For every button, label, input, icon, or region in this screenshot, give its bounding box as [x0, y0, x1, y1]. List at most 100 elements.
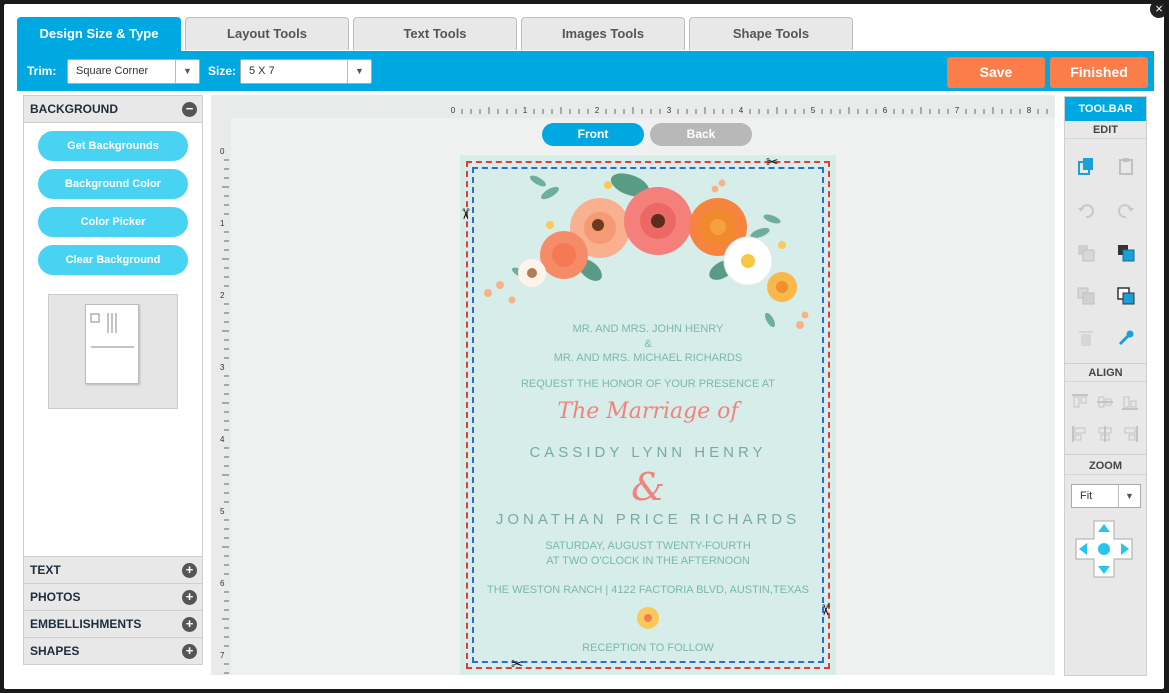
venue-line[interactable]: THE WESTON RANCH | 4122 FACTORIA BLVD, A… [460, 584, 836, 596]
paste-icon[interactable] [1117, 157, 1135, 175]
front-button[interactable]: Front [542, 123, 644, 146]
date-line[interactable]: SATURDAY, AUGUST TWENTY-FOURTH [460, 540, 836, 552]
background-section-title: BACKGROUND [30, 102, 118, 116]
ruler-left: 0 1 2 3 4 5 6 7 [220, 147, 229, 674]
align-top-icon[interactable] [1071, 393, 1089, 411]
send-backward-icon[interactable] [1077, 244, 1095, 262]
close-icon[interactable]: × [1148, 4, 1164, 20]
photos-section-title: PHOTOS [30, 590, 81, 604]
ruler-left-label: 5 [220, 507, 225, 516]
shapes-section-title: SHAPES [30, 644, 80, 658]
finished-button[interactable]: Finished [1050, 57, 1148, 88]
size-label: Size: [208, 64, 237, 78]
color-picker-button[interactable]: Color Picker [38, 207, 188, 237]
ruler-left-label: 7 [220, 651, 225, 660]
align-section-title: ALIGN [1065, 364, 1146, 382]
ruler-top: 0 1 2 3 4 5 6 7 8 [451, 106, 1048, 115]
hosts-ampersand[interactable]: & [460, 338, 836, 350]
expand-icon[interactable]: + [182, 617, 197, 632]
bring-forward-icon[interactable] [1117, 244, 1135, 262]
small-flower-icon [637, 607, 659, 629]
undo-icon[interactable] [1077, 202, 1095, 220]
toolbar-divider [1065, 454, 1146, 455]
edit-section-title: EDIT [1065, 121, 1146, 139]
left-panel: BACKGROUND − Get Backgrounds Background … [23, 95, 203, 665]
tab-shape-tools[interactable]: Shape Tools [689, 17, 853, 50]
ruler-top-label: 4 [739, 106, 744, 115]
copy-icon[interactable] [1077, 157, 1095, 175]
tab-text-tools[interactable]: Text Tools [353, 17, 517, 50]
options-bar: Trim: Square Corner ▼ Size: 5 X 7 ▼ Save… [17, 51, 1154, 91]
eyedropper-icon[interactable] [1117, 329, 1135, 347]
shapes-section-header[interactable]: SHAPES + [24, 637, 202, 664]
tab-design-size-type[interactable]: Design Size & Type [17, 17, 181, 54]
ruler-top-label: 0 [451, 106, 456, 115]
align-left-icon[interactable] [1071, 425, 1089, 443]
tab-layout-tools[interactable]: Layout Tools [185, 17, 349, 50]
pan-control[interactable] [1075, 520, 1133, 578]
get-backgrounds-button[interactable]: Get Backgrounds [38, 131, 188, 161]
ruler-left-label: 1 [220, 219, 225, 228]
send-to-back-icon[interactable] [1077, 287, 1095, 305]
align-center-icon[interactable] [1096, 425, 1114, 443]
time-line[interactable]: AT TWO O'CLOCK IN THE AFTERNOON [460, 555, 836, 567]
ruler-left-ticks: 0 1 2 3 4 5 6 7 [220, 147, 229, 674]
scissors-icon: ✂ [816, 603, 834, 617]
ruler-top-label: 7 [955, 106, 960, 115]
background-section-header[interactable]: BACKGROUND − [24, 96, 202, 123]
embellishments-section-title: EMBELLISHMENTS [30, 617, 142, 631]
ruler-top-label: 6 [883, 106, 888, 115]
back-button[interactable]: Back [650, 123, 752, 146]
bring-to-front-icon[interactable] [1117, 287, 1135, 305]
trash-icon[interactable] [1077, 329, 1095, 347]
design-workspace: 0 1 2 3 4 5 6 7 8 0 1 2 3 4 5 6 7 Front Back ✂ ✂ ✂ ✂ MR… [211, 95, 1055, 675]
groom-name[interactable]: JONATHAN PRICE RICHARDS [460, 511, 836, 528]
collapsed-sections: TEXT + PHOTOS + EMBELLISHMENTS + SHAPES … [24, 556, 202, 664]
expand-icon[interactable]: + [182, 644, 197, 659]
ruler-top-label: 3 [667, 106, 672, 115]
collapse-icon[interactable]: − [182, 102, 197, 117]
bride-name[interactable]: CASSIDY LYNN HENRY [460, 444, 836, 461]
reception-line[interactable]: RECEPTION TO FOLLOW [460, 642, 836, 654]
clear-background-button[interactable]: Clear Background [38, 245, 188, 275]
invitation-card[interactable]: ✂ ✂ ✂ ✂ MR. AND MRS. JOHN HENRY & MR. AN… [456, 154, 836, 675]
embellishments-section-header[interactable]: EMBELLISHMENTS + [24, 610, 202, 637]
align-right-icon[interactable] [1121, 425, 1139, 443]
ruler-left-label: 4 [220, 435, 225, 444]
ampersand-script[interactable]: & [460, 465, 836, 509]
tab-images-tools[interactable]: Images Tools [521, 17, 685, 50]
zoom-value: Fit [1080, 490, 1093, 502]
trim-label: Trim: [27, 64, 57, 78]
size-select[interactable]: 5 X 7 ▼ [240, 59, 372, 84]
text-section-title: TEXT [30, 563, 61, 577]
zoom-select[interactable]: Fit ▼ [1071, 484, 1141, 508]
ruler-left-label: 6 [220, 579, 225, 588]
expand-icon[interactable]: + [182, 563, 197, 578]
right-toolbar: TOOLBAR EDIT ALIGN ZOOM Fit ▼ [1064, 96, 1147, 676]
chevron-down-icon: ▼ [175, 60, 199, 83]
expand-icon[interactable]: + [182, 590, 197, 605]
background-color-button[interactable]: Background Color [38, 169, 188, 199]
trim-select[interactable]: Square Corner ▼ [67, 59, 200, 84]
redo-icon[interactable] [1117, 202, 1135, 220]
text-section-header[interactable]: TEXT + [24, 556, 202, 583]
ruler-top-label: 1 [523, 106, 528, 115]
ruler-left-label: 0 [220, 147, 225, 156]
marriage-script[interactable]: The Marriage of [460, 399, 836, 424]
align-bottom-icon[interactable] [1121, 393, 1139, 411]
align-middle-icon[interactable] [1096, 393, 1114, 411]
request-line[interactable]: REQUEST THE HONOR OF YOUR PRESENCE AT [460, 378, 836, 390]
background-preview[interactable] [48, 294, 178, 409]
hosts-line-2[interactable]: MR. AND MRS. MICHAEL RICHARDS [460, 352, 836, 364]
toolbar-title: TOOLBAR [1065, 97, 1146, 121]
ruler-top-label: 5 [811, 106, 816, 115]
save-button[interactable]: Save [947, 57, 1045, 88]
ruler-top-label: 8 [1027, 106, 1032, 115]
card-thumbnail [85, 304, 139, 384]
hosts-line-1[interactable]: MR. AND MRS. JOHN HENRY [460, 323, 836, 335]
designer-window: Design Size & Type Layout Tools Text Too… [4, 4, 1164, 689]
floral-illustration [484, 173, 809, 329]
ruler-left-label: 2 [220, 291, 225, 300]
photos-section-header[interactable]: PHOTOS + [24, 583, 202, 610]
ruler-top-label: 2 [595, 106, 600, 115]
